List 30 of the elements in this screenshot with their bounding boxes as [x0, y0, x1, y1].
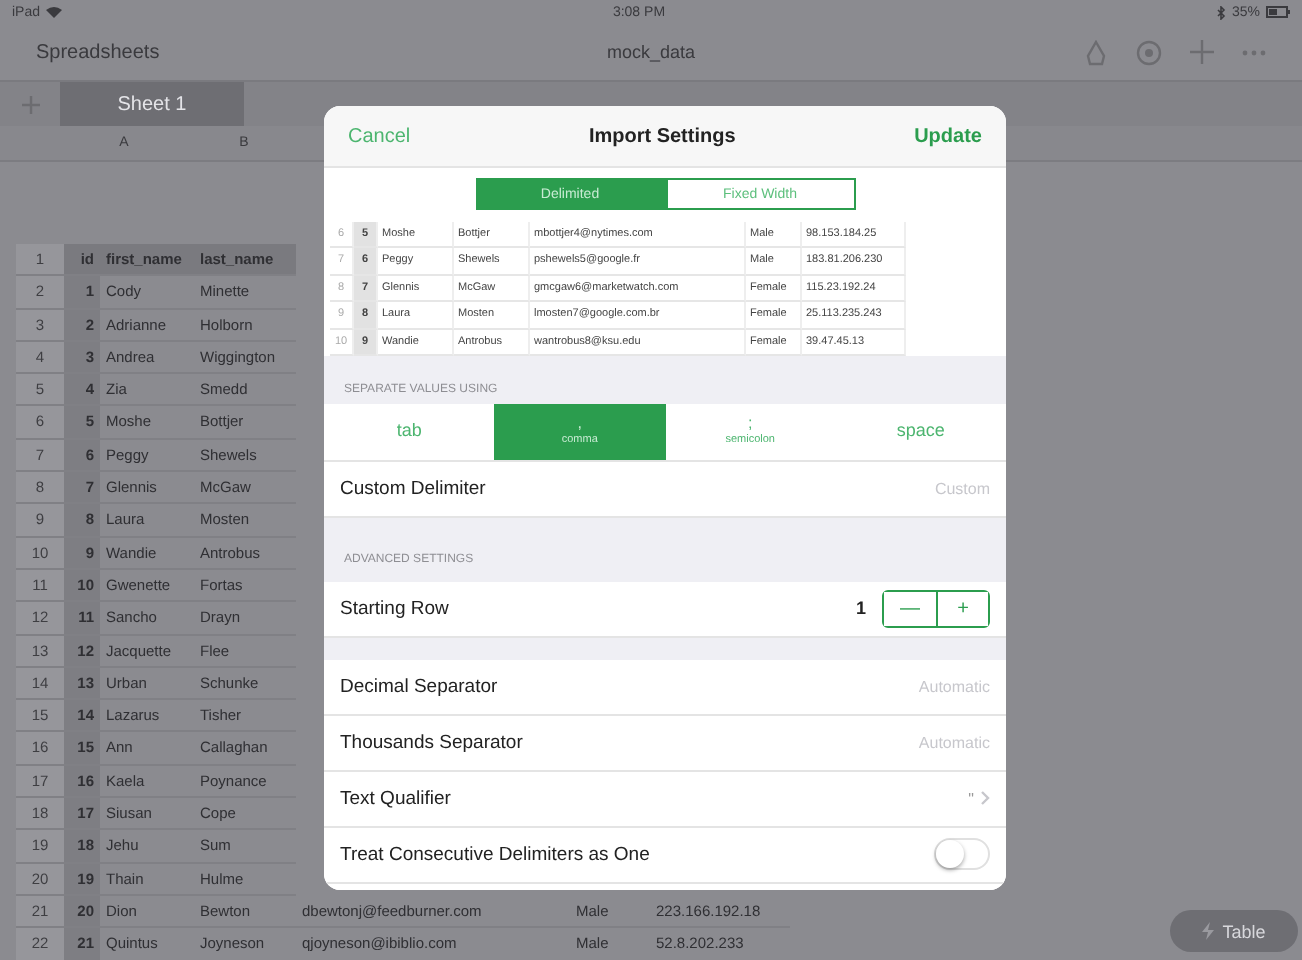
toggle-switch[interactable] — [934, 838, 990, 871]
increment-button[interactable]: + — [936, 591, 988, 626]
add-sheet-icon[interactable] — [21, 95, 39, 113]
setting-value: Automatic — [918, 733, 990, 752]
bolt-icon — [1202, 922, 1215, 940]
setting-label: Starting Row — [340, 597, 449, 620]
dialog-title: Import Settings — [588, 125, 736, 147]
circle-icon[interactable] — [1136, 39, 1162, 65]
setting-label: Custom Delimiter — [340, 477, 486, 500]
back-button[interactable]: Spreadsheets — [36, 41, 160, 63]
battery-icon — [1265, 6, 1290, 18]
bluetooth-icon — [1215, 5, 1226, 19]
sheet-tab[interactable]: Sheet 1 — [60, 82, 244, 126]
setting-value: " — [968, 789, 974, 808]
add-icon[interactable] — [1190, 40, 1214, 64]
setting-label: Decimal Separator — [340, 675, 498, 698]
table-button[interactable]: Table — [1170, 910, 1298, 952]
setting-value: 1 — [855, 598, 866, 619]
setting-label: Treat Consecutive Delimiters as One — [340, 843, 650, 866]
setting-label: Text Qualifier — [340, 787, 451, 810]
setting-value: Automatic — [918, 677, 990, 696]
more-icon[interactable] — [1242, 49, 1266, 55]
cancel-button[interactable]: Cancel — [344, 121, 415, 151]
delimiter-field[interactable]: Custom — [870, 479, 990, 498]
chevron-icon[interactable] — [980, 790, 990, 807]
document-title: mock_data — [606, 42, 696, 62]
setting-label: Thousands Separator — [340, 731, 523, 754]
pen-icon[interactable] — [1084, 39, 1108, 65]
update-button[interactable]: Update — [910, 121, 986, 151]
wifi-icon — [46, 6, 63, 18]
